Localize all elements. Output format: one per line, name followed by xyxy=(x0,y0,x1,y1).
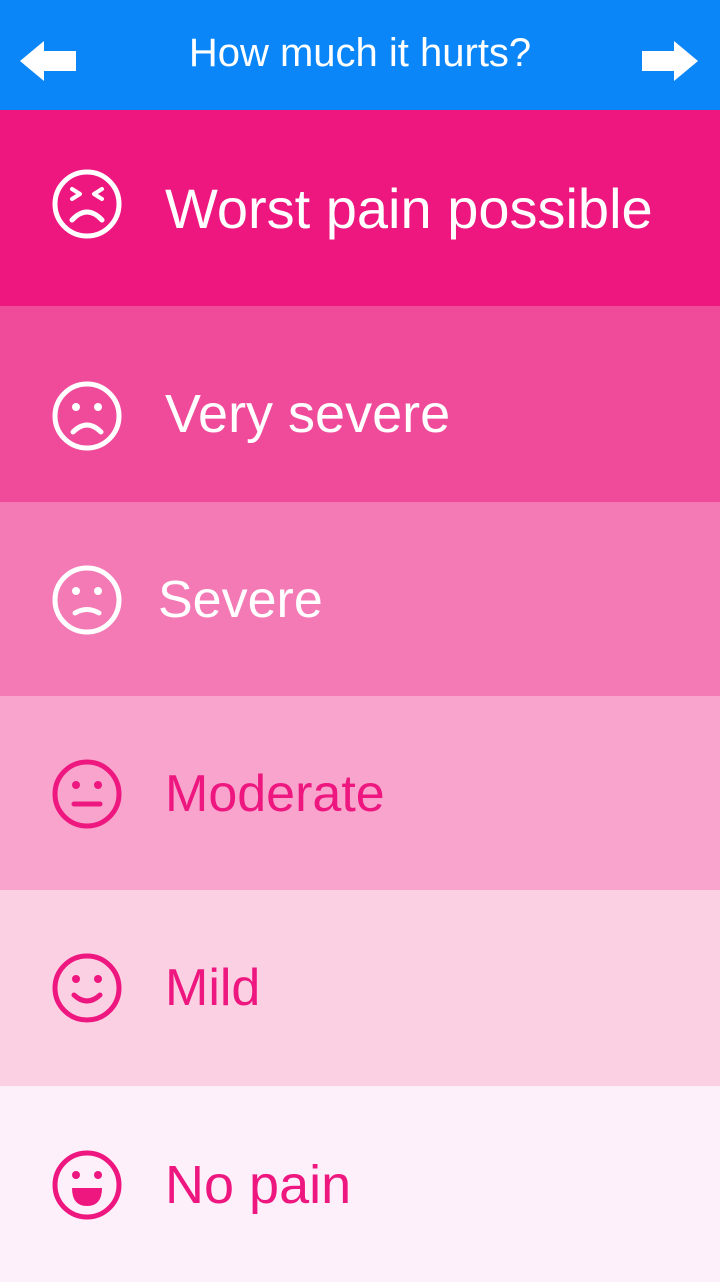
pain-level-label: No pain xyxy=(165,1155,352,1215)
pain-level-none[interactable]: No pain xyxy=(0,1086,720,1282)
pain-level-label: Severe xyxy=(158,571,323,629)
pain-level-label: Worst pain possible xyxy=(165,177,653,240)
neutral-face-icon xyxy=(52,759,122,829)
pain-level-label: Very severe xyxy=(165,384,451,444)
pain-level-list: Worst pain possible Very severe Severe M… xyxy=(0,110,720,1282)
pain-level-moderate[interactable]: Moderate xyxy=(0,696,720,890)
crying-face-icon xyxy=(52,169,122,239)
page-title: How much it hurts? xyxy=(188,31,532,75)
smiling-face-icon xyxy=(52,953,122,1023)
pain-level-label: Mild xyxy=(165,959,261,1017)
frowning-face-icon xyxy=(52,381,122,451)
pain-level-very-severe[interactable]: Very severe xyxy=(0,306,720,502)
app-header: How much it hurts? xyxy=(0,0,720,110)
grinning-face-icon xyxy=(52,1150,122,1220)
pain-level-label: Moderate xyxy=(165,765,385,823)
slightly-frowning-face-icon xyxy=(52,565,122,635)
pain-level-severe[interactable]: Severe xyxy=(0,502,720,696)
pain-level-worst[interactable]: Worst pain possible xyxy=(0,110,720,306)
arrow-right-icon xyxy=(642,41,698,81)
next-button[interactable] xyxy=(640,36,700,86)
pain-level-mild[interactable]: Mild xyxy=(0,890,720,1086)
